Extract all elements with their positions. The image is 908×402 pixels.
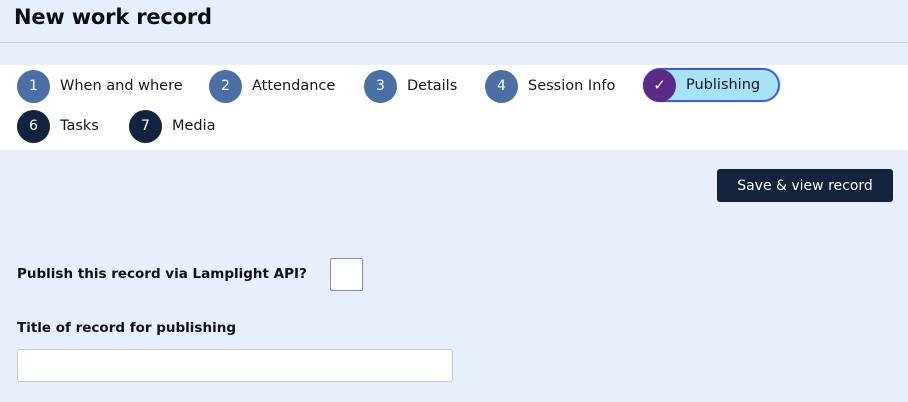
publish-label: Publish this record via Lamplight API? — [17, 266, 307, 282]
step-media[interactable]: 7 Media — [129, 109, 216, 143]
step-number: 3 — [364, 69, 397, 103]
publish-checkbox[interactable] — [330, 258, 363, 291]
step-label: Details — [407, 78, 458, 94]
step-label: Tasks — [60, 118, 99, 134]
step-label: Session Info — [528, 78, 616, 94]
step-when-and-where[interactable]: 1 When and where — [17, 69, 183, 103]
page-title: New work record — [14, 5, 212, 29]
save-and-view-record-button[interactable]: Save & view record — [717, 169, 893, 202]
step-number: 7 — [129, 109, 162, 143]
step-navigation: 1 When and where 2 Attendance 3 Details … — [0, 65, 908, 150]
step-label: When and where — [60, 78, 183, 94]
step-session-info[interactable]: 4 Session Info — [485, 69, 615, 103]
step-tasks[interactable]: 6 Tasks — [17, 109, 99, 143]
checkmark-icon: ✓ — [643, 68, 676, 102]
title-label: Title of record for publishing — [17, 320, 236, 336]
step-label: Media — [172, 118, 216, 134]
step-number: 4 — [485, 69, 518, 103]
step-number: 6 — [17, 109, 50, 143]
page-header: New work record — [0, 0, 908, 43]
step-attendance[interactable]: 2 Attendance — [209, 69, 335, 103]
step-publishing[interactable]: ✓ Publishing — [643, 68, 781, 102]
publishing-title-input[interactable] — [17, 349, 453, 382]
step-label: Attendance — [252, 78, 336, 94]
step-details[interactable]: 3 Details — [364, 69, 457, 103]
step-label: Publishing — [686, 77, 761, 93]
step-number: 1 — [17, 69, 50, 103]
step-number: 2 — [209, 69, 242, 103]
